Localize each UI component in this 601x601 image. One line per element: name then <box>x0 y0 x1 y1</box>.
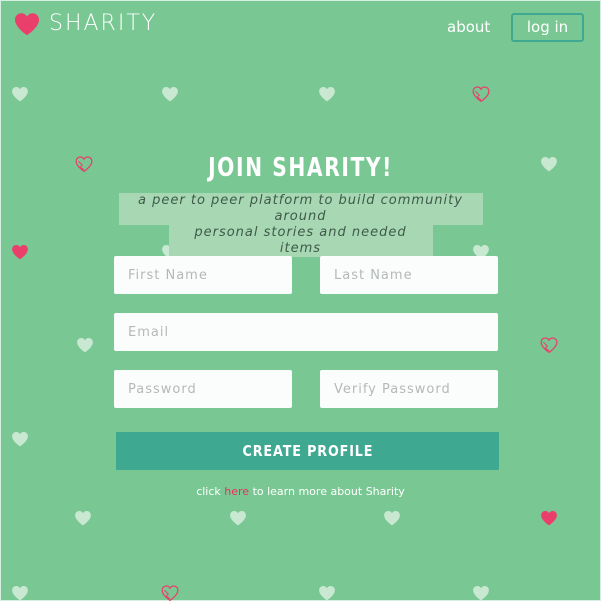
heart-icon <box>74 510 92 526</box>
heart-icon <box>11 86 29 102</box>
heart-icon <box>540 510 558 526</box>
nav-about-link[interactable]: about <box>447 17 490 37</box>
heart-icon <box>13 12 41 36</box>
page-title: JOIN SHARITY! <box>208 153 393 183</box>
create-profile-button[interactable]: CREATE PROFILE <box>116 432 499 470</box>
login-button[interactable]: log in <box>511 13 584 42</box>
last-name-input[interactable] <box>320 256 498 294</box>
learn-more-note: click here to learn more about Sharity <box>0 485 601 499</box>
heart-icon <box>76 337 94 353</box>
create-profile-label: CREATE PROFILE <box>242 442 373 460</box>
subtitle: a peer to peer platform to build communi… <box>0 193 601 257</box>
brand-logo[interactable]: SHARITY <box>13 10 157 38</box>
heart-icon <box>318 86 336 102</box>
email-input[interactable] <box>114 313 498 351</box>
heart-icon <box>229 510 247 526</box>
heart-icon <box>161 86 179 102</box>
heart-icon <box>383 510 401 526</box>
heart-icon <box>540 156 558 172</box>
learn-more-suffix: to learn more about Sharity <box>252 485 405 498</box>
brand-name: SHARITY <box>49 11 158 36</box>
first-name-input[interactable] <box>114 256 292 294</box>
broken-heart-icon <box>472 86 490 102</box>
heart-icon <box>472 585 490 601</box>
learn-more-link[interactable]: here <box>224 485 249 498</box>
heart-icon <box>318 585 336 601</box>
heart-icon <box>11 431 29 447</box>
heart-icon <box>11 585 29 601</box>
broken-heart-icon <box>161 585 179 601</box>
broken-heart-icon <box>540 337 558 353</box>
password-input[interactable] <box>114 370 292 408</box>
verify-password-input[interactable] <box>320 370 498 408</box>
subtitle-line-2: personal stories and needed items <box>168 225 433 257</box>
subtitle-line-1: a peer to peer platform to build communi… <box>118 193 483 225</box>
learn-more-prefix: click <box>196 485 221 498</box>
